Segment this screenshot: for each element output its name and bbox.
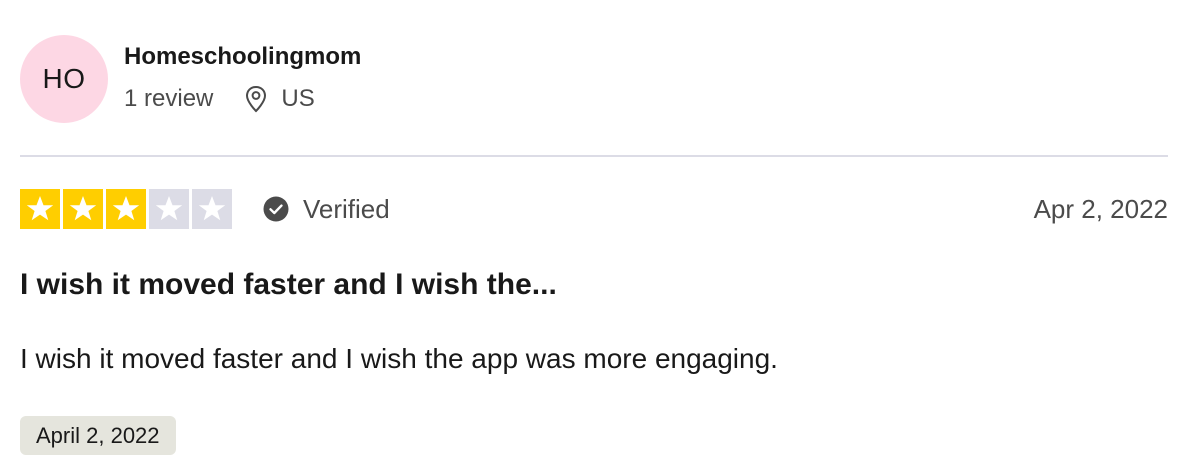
experience-date-badge: April 2, 2022 xyxy=(20,416,176,455)
star-empty-icon xyxy=(149,189,189,229)
review-body: I wish it moved faster and I wish the ap… xyxy=(20,343,778,374)
check-circle-icon xyxy=(263,196,289,222)
star-filled-icon xyxy=(106,189,146,229)
avatar[interactable]: HO xyxy=(20,35,108,123)
reviewer-meta: 1 review US xyxy=(124,84,361,114)
review-title[interactable]: I wish it moved faster and I wish the... xyxy=(20,265,557,305)
reviewer-name[interactable]: Homeschoolingmom xyxy=(124,42,361,72)
location-pin-icon xyxy=(246,85,267,113)
rating-row: Verified Apr 2, 2022 xyxy=(20,188,1168,230)
star-filled-icon xyxy=(63,189,103,229)
verified-label: Verified xyxy=(303,193,390,224)
star-empty-icon xyxy=(192,189,232,229)
reviewer-info: Homeschoolingmom 1 review US xyxy=(124,42,361,114)
reviewer-country: US xyxy=(281,85,315,112)
star-rating xyxy=(20,189,235,229)
avatar-initials: HO xyxy=(42,63,86,94)
verified-badge[interactable]: Verified xyxy=(263,194,390,225)
review-card: HO Homeschoolingmom 1 review US Verified… xyxy=(0,0,1200,476)
reviewer-header: HO Homeschoolingmom 1 review US xyxy=(20,35,361,123)
divider xyxy=(20,155,1168,157)
experience-date: April 2, 2022 xyxy=(36,422,160,448)
review-date: Apr 2, 2022 xyxy=(1033,193,1168,224)
review-count: 1 review xyxy=(124,85,214,112)
star-filled-icon xyxy=(20,189,60,229)
reviewer-location: US xyxy=(245,84,315,114)
